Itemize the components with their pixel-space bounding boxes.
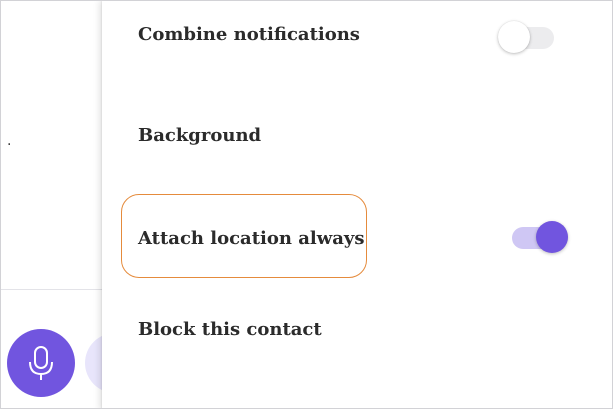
attach-location-toggle[interactable] [512,218,568,258]
divider [1,289,111,290]
screen-frame: . Combine notifications Background Attac… [0,0,613,409]
chat-text-fragment: . [7,133,12,149]
combine-notifications-label: Combine notifications [138,24,360,45]
voice-record-button[interactable] [7,329,75,397]
background-setting-item[interactable]: Background [138,125,261,147]
microphone-icon [24,344,58,382]
contact-settings-panel: Combine notifications Background Attach … [102,1,612,408]
attach-location-label: Attach location always [138,228,365,249]
chat-screen-background: . [1,1,145,408]
block-contact-item[interactable]: Block this contact [138,319,322,341]
combine-notifications-toggle[interactable] [498,18,554,58]
toggle-thumb [536,221,568,253]
toggle-thumb [498,21,530,53]
